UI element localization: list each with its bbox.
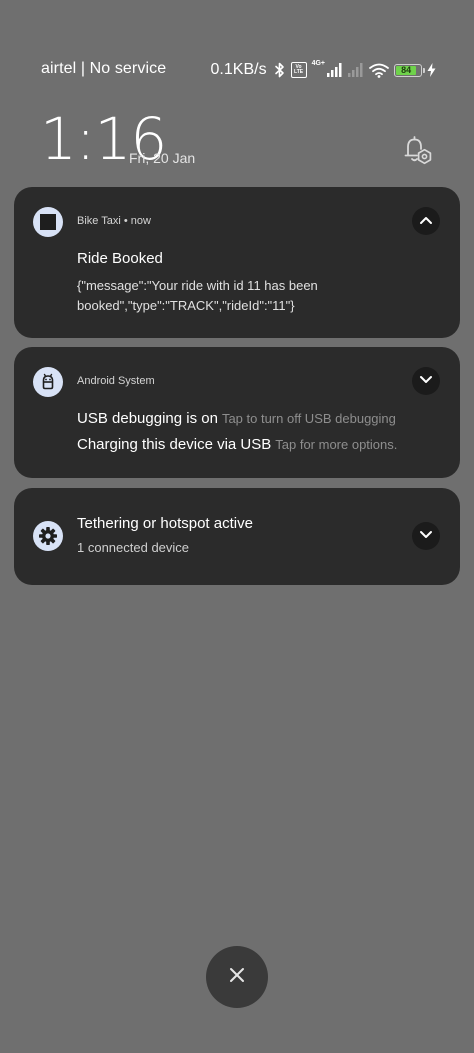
notification-settings-icon[interactable] bbox=[400, 135, 434, 167]
signal-no-service-icon bbox=[348, 63, 364, 77]
status-icons: 0.1KB/s Vo LTE 4G+ 84 bbox=[211, 58, 436, 82]
collapse-button[interactable] bbox=[412, 207, 440, 235]
usb-charging-subtitle: Tap for more options. bbox=[275, 437, 398, 452]
usb-debugging-row[interactable]: USB debugging is on Tap to turn off USB d… bbox=[77, 410, 396, 428]
bluetooth-icon bbox=[274, 62, 286, 78]
notification-title: Ride Booked bbox=[77, 250, 163, 267]
chevron-up-icon bbox=[419, 212, 433, 230]
carrier-label: airtel | No service bbox=[41, 60, 167, 77]
battery-cap bbox=[423, 67, 425, 73]
notification-app-name: Android System bbox=[77, 375, 155, 387]
usb-debugging-subtitle: Tap to turn off USB debugging bbox=[221, 411, 396, 426]
volte-icon: Vo LTE bbox=[290, 62, 307, 78]
android-system-icon bbox=[33, 367, 63, 397]
usb-charging-row[interactable]: Charging this device via USB Tap for more… bbox=[77, 436, 397, 454]
battery-level: 84 bbox=[401, 64, 412, 75]
charging-icon bbox=[427, 63, 436, 77]
usb-debugging-title: USB debugging is on bbox=[77, 410, 218, 427]
tethering-subtitle: 1 connected device bbox=[77, 540, 190, 555]
expand-button[interactable] bbox=[412, 522, 440, 550]
notification-card-tethering[interactable]: Tethering or hotspot active 1 connected … bbox=[14, 488, 460, 585]
chevron-down-icon bbox=[419, 527, 433, 545]
usb-charging-title: Charging this device via USB bbox=[77, 436, 272, 453]
status-bar: airtel | No service 0.1KB/s Vo LTE 4G+ 8… bbox=[0, 56, 474, 84]
lockscreen-date: Fri, 20 Jan bbox=[129, 150, 196, 166]
wifi-icon bbox=[369, 63, 389, 78]
chevron-down-icon bbox=[419, 372, 433, 390]
app-square-icon bbox=[33, 207, 63, 237]
gear-icon bbox=[33, 521, 63, 551]
clear-all-notifications-button[interactable] bbox=[206, 946, 268, 1008]
close-icon bbox=[228, 966, 246, 989]
notification-card-bike-taxi[interactable]: Bike Taxi • now Ride Booked {"message":"… bbox=[14, 187, 460, 338]
network-type-label: 4G+ bbox=[311, 60, 325, 67]
signal-icon bbox=[327, 63, 343, 77]
battery-fill: 84 bbox=[396, 64, 417, 75]
notification-app-header: Bike Taxi • now bbox=[77, 215, 151, 227]
expand-button[interactable] bbox=[412, 367, 440, 395]
volte-line2: LTE bbox=[294, 69, 304, 75]
notification-body: {"message":"Your ride with id 11 has bee… bbox=[77, 278, 318, 313]
battery-icon: 84 bbox=[394, 63, 425, 77]
tethering-title: Tethering or hotspot active bbox=[77, 515, 253, 532]
network-speed: 0.1KB/s bbox=[210, 61, 267, 78]
notification-card-android-system[interactable]: Android System USB debugging is on Tap to… bbox=[14, 347, 460, 478]
